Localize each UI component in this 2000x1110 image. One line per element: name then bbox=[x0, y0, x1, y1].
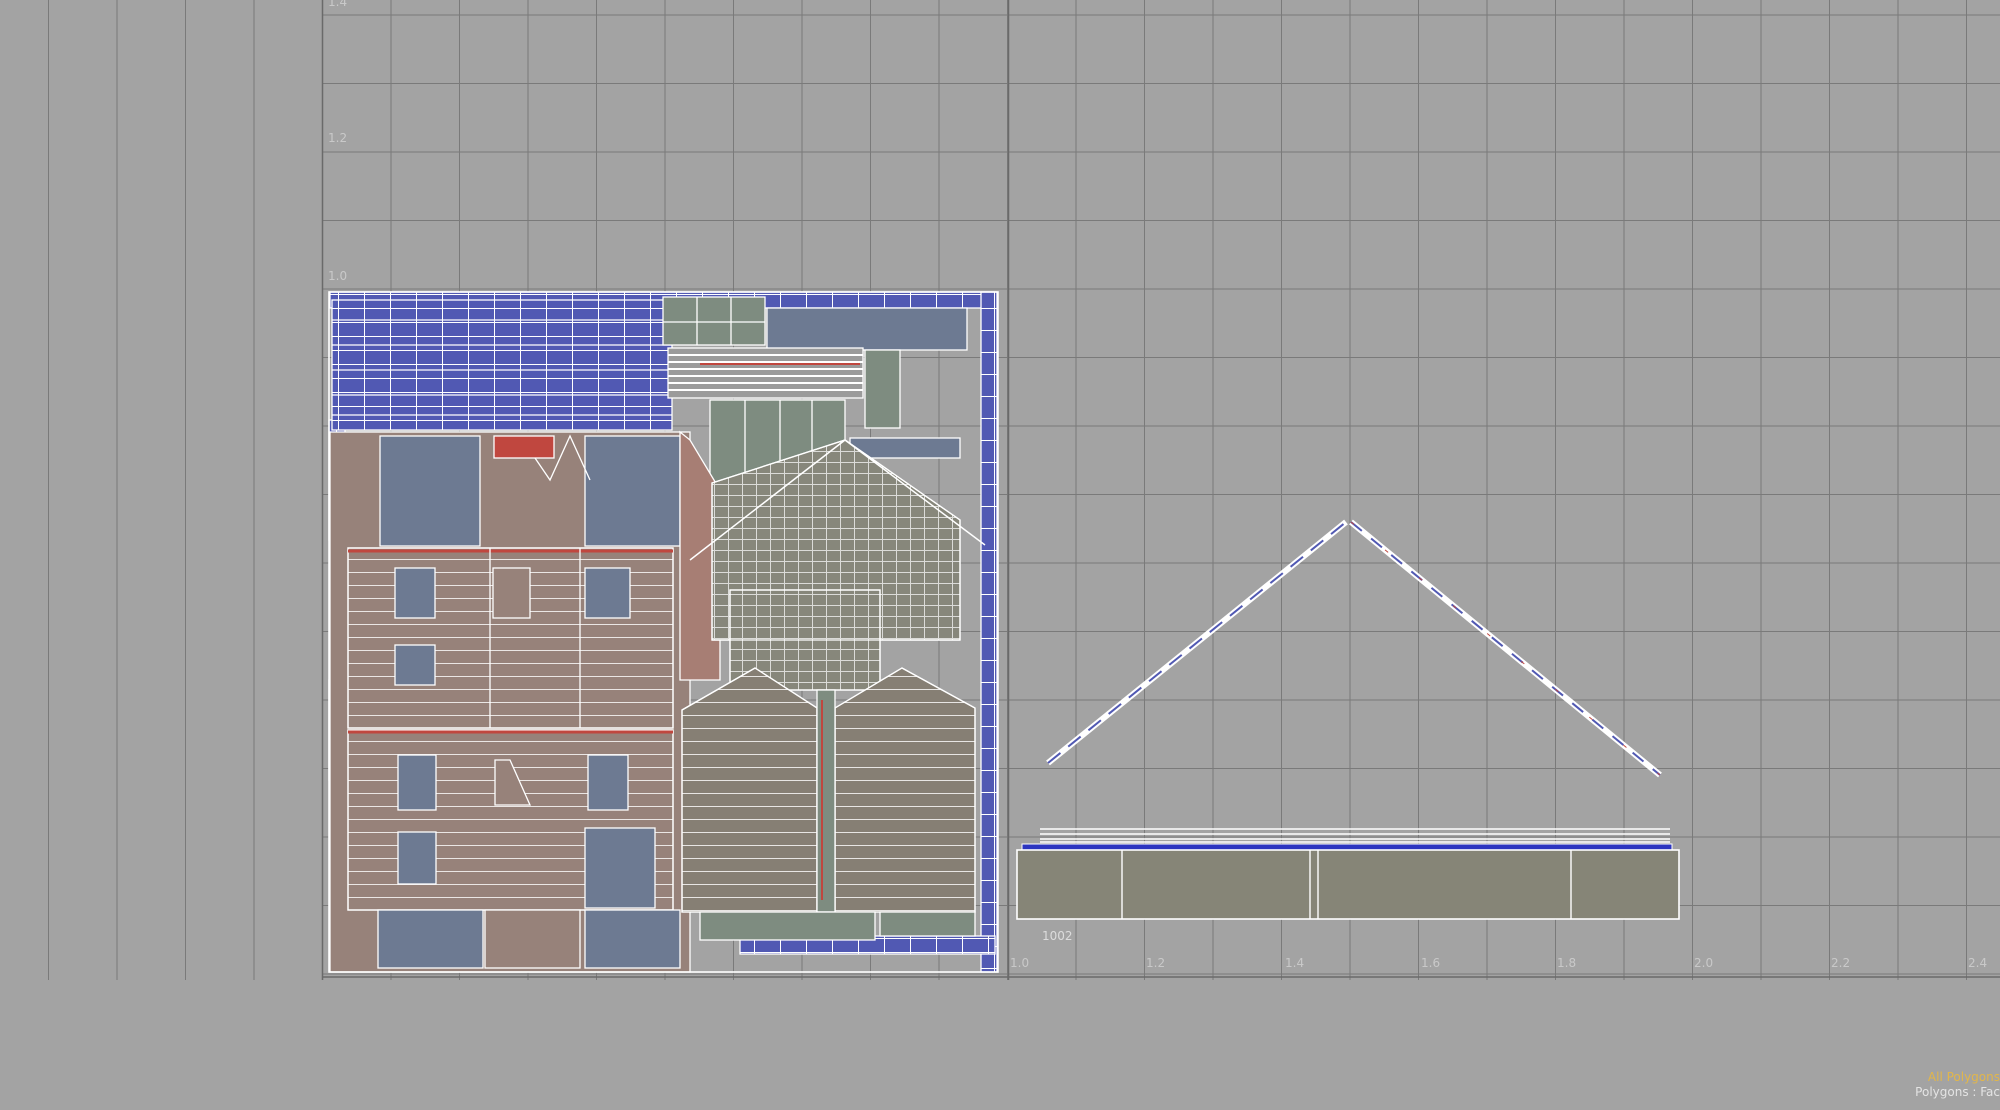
uv-shell-foundation[interactable] bbox=[1016, 849, 1680, 920]
uv-shell-window-slate-1[interactable] bbox=[379, 435, 481, 547]
u-tick-label: 1.0 bbox=[1010, 956, 1029, 970]
v-tick-label: 1.2 bbox=[328, 131, 347, 145]
uv-shell-green-top[interactable] bbox=[662, 296, 766, 346]
v-tick-label: 1.4 bbox=[328, 0, 347, 9]
uv-shell-slate-top[interactable] bbox=[766, 307, 968, 351]
u-axis-labels: 1.0 1.2 1.4 1.6 1.8 2.0 2.2 2.4 bbox=[1010, 956, 1987, 970]
u-tick-label: 1.2 bbox=[1146, 956, 1165, 970]
uv-shell-red-trim-top[interactable] bbox=[493, 435, 555, 459]
uv-editor-viewport[interactable]: 1002 1.0 1.2 1.4 1.6 1.8 2.0 2.2 2.4 1.4… bbox=[0, 0, 2000, 1110]
uv-shell-border-right[interactable] bbox=[980, 291, 998, 973]
uv-shell-window-slate-2[interactable] bbox=[584, 435, 681, 547]
uv-shell-blue-strip[interactable] bbox=[1021, 843, 1673, 851]
hud-selection-mode: All Polygons bbox=[1927, 1070, 2000, 1084]
viewport-hud: All Polygons Polygons : Fac bbox=[1900, 1070, 2000, 1110]
uv-shell-slate-bottom-1[interactable] bbox=[377, 909, 484, 969]
v-axis-labels: 1.4 1.2 1.0 bbox=[328, 0, 347, 283]
u-tick-label: 1.4 bbox=[1285, 956, 1304, 970]
u-tick-label: 2.4 bbox=[1968, 956, 1987, 970]
uv-tile-1002-shells[interactable]: 1002 bbox=[1016, 519, 1680, 943]
uv-shell-slate-bottom-2[interactable] bbox=[584, 909, 681, 969]
v-tick-label: 1.0 bbox=[328, 269, 347, 283]
uv-tile-label: 1002 bbox=[1042, 929, 1073, 943]
uv-shell-thin-strips[interactable] bbox=[1040, 828, 1670, 843]
u-tick-label: 2.2 bbox=[1831, 956, 1850, 970]
uv-tile-main[interactable] bbox=[328, 291, 999, 973]
hud-component-mode: Polygons : Fac bbox=[1915, 1085, 2000, 1099]
u-tick-label: 1.8 bbox=[1557, 956, 1576, 970]
u-tick-label: 2.0 bbox=[1694, 956, 1713, 970]
u-tick-label: 1.6 bbox=[1421, 956, 1440, 970]
